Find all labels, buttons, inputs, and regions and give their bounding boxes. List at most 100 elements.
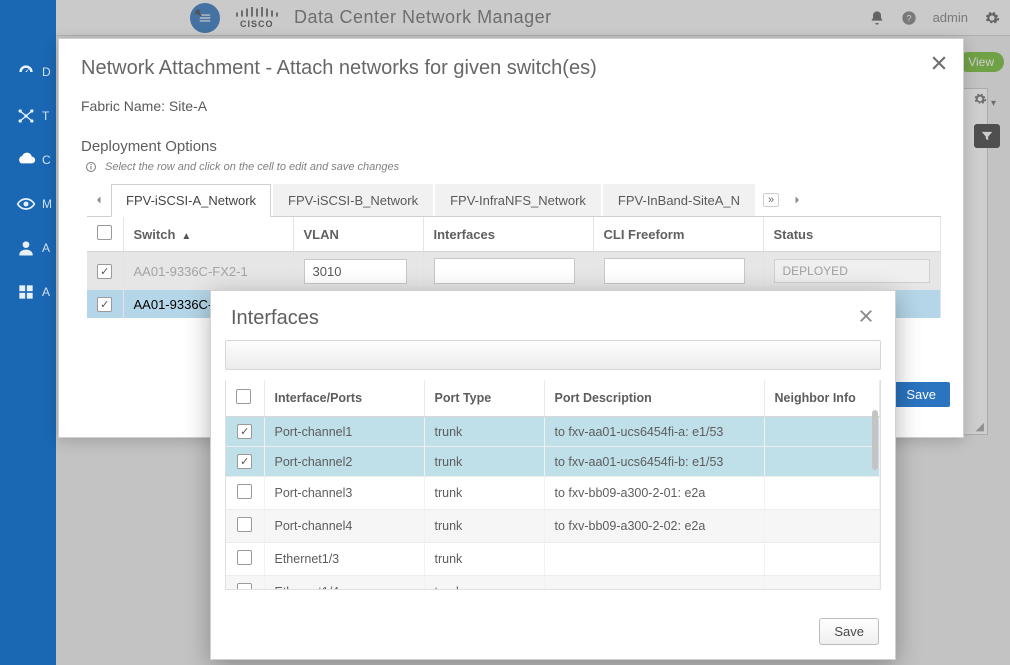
tab-fpv-inband[interactable]: FPV-InBand-SiteA_N <box>603 184 755 216</box>
network-tabs: FPV-iSCSI-A_Network FPV-iSCSI-B_Network … <box>87 183 941 217</box>
interface-name: Port-channel1 <box>264 417 424 447</box>
port-description: to fxv-bb09-a300-2-01: e2a <box>544 477 764 510</box>
left-nav: D T C M A A <box>0 0 56 665</box>
interface-name: Ethernet1/3 <box>264 543 424 576</box>
table-row[interactable]: Port-channel2trunkto fxv-aa01-ucs6454fi-… <box>226 447 880 477</box>
tab-fpv-iscsi-a[interactable]: FPV-iSCSI-A_Network <box>111 184 271 217</box>
col-porttype[interactable]: Port Type <box>424 380 544 417</box>
tab-fpv-iscsi-b[interactable]: FPV-iSCSI-B_Network <box>273 184 433 216</box>
neighbor-info <box>764 543 880 576</box>
port-type: trunk <box>424 510 544 543</box>
panel-gear-icon[interactable]: ▾ <box>973 92 996 111</box>
close-icon[interactable] <box>929 49 949 80</box>
neighbor-info <box>764 510 880 543</box>
interface-name: Port-channel3 <box>264 477 424 510</box>
interfaces-input[interactable] <box>434 258 576 284</box>
interfaces-modal: Interfaces Interface/Ports Port Type Por… <box>210 290 896 660</box>
svg-text:CISCO: CISCO <box>240 19 274 29</box>
nav-admin[interactable]: A <box>0 226 56 270</box>
interface-name: Ethernet1/4 <box>264 576 424 591</box>
row-checkbox[interactable] <box>237 550 252 565</box>
hint-text: Select the row and click on the cell to … <box>81 161 941 173</box>
user-label[interactable]: admin <box>933 10 968 25</box>
col-portdesc[interactable]: Port Description <box>544 380 764 417</box>
table-row[interactable]: Port-channel1trunkto fxv-aa01-ucs6454fi-… <box>226 417 880 447</box>
neighbor-info <box>764 477 880 510</box>
save-button[interactable]: Save <box>892 382 950 407</box>
pin-icon[interactable] <box>192 6 206 27</box>
col-switch[interactable]: Switch▲ <box>123 217 293 252</box>
neighbor-info <box>764 447 880 477</box>
modal-title: Network Attachment - Attach networks for… <box>81 57 941 80</box>
table-row[interactable]: Port-channel4trunkto fxv-bb09-a300-2-02:… <box>226 510 880 543</box>
port-description <box>544 543 764 576</box>
fabric-label: Fabric Name: Site-A <box>81 98 941 114</box>
port-description <box>544 576 764 591</box>
cisco-logo: CISCO <box>234 6 280 30</box>
view-pill[interactable]: View <box>958 52 1004 72</box>
col-neighbor[interactable]: Neighbor Info <box>764 380 880 417</box>
row-checkbox[interactable] <box>97 264 112 279</box>
neighbor-info <box>764 417 880 447</box>
filter-icon[interactable] <box>974 124 1000 148</box>
vlan-input[interactable]: 3010 <box>304 259 408 284</box>
port-description: to fxv-bb09-a300-2-02: e2a <box>544 510 764 543</box>
save-button[interactable]: Save <box>819 618 879 645</box>
close-icon[interactable] <box>857 307 875 330</box>
nav-monitor[interactable]: M <box>0 182 56 226</box>
nav-apps[interactable]: A <box>0 270 56 314</box>
interfaces-table: Interface/Ports Port Type Port Descripti… <box>226 380 880 590</box>
sort-asc-icon: ▲ <box>181 231 191 242</box>
port-type: trunk <box>424 417 544 447</box>
port-type: trunk <box>424 477 544 510</box>
row-checkbox[interactable] <box>237 484 252 499</box>
interfaces-title: Interfaces <box>231 307 319 330</box>
row-checkbox[interactable] <box>237 583 252 590</box>
row-checkbox[interactable] <box>97 297 112 312</box>
tabs-overflow-icon[interactable]: » <box>763 193 779 207</box>
app-title: Data Center Network Manager <box>294 7 552 28</box>
header-checkbox[interactable] <box>236 389 251 404</box>
port-description: to fxv-aa01-ucs6454fi-b: e1/53 <box>544 447 764 477</box>
tabs-next-icon[interactable] <box>785 194 809 206</box>
port-type: trunk <box>424 543 544 576</box>
col-interface[interactable]: Interface/Ports <box>264 380 424 417</box>
resize-handle-icon[interactable]: ◢ <box>976 420 984 433</box>
status-badge: DEPLOYED <box>774 259 931 283</box>
help-icon[interactable]: ? <box>901 10 917 26</box>
col-cli[interactable]: CLI Freeform <box>593 217 763 252</box>
table-row[interactable]: AA01-9336C-FX2-1 3010 DEPLOYED <box>87 252 941 291</box>
table-row[interactable]: Ethernet1/3trunk <box>226 543 880 576</box>
interfaces-table-wrap: Interface/Ports Port Type Port Descripti… <box>225 380 881 590</box>
interface-name: Port-channel2 <box>264 447 424 477</box>
neighbor-info <box>764 576 880 591</box>
tab-fpv-infranfs[interactable]: FPV-InfraNFS_Network <box>435 184 601 216</box>
col-status[interactable]: Status <box>763 217 941 252</box>
scrollbar[interactable] <box>872 410 878 470</box>
info-icon <box>85 161 97 173</box>
bell-icon[interactable] <box>869 10 885 26</box>
port-type: trunk <box>424 576 544 591</box>
interface-name: Port-channel4 <box>264 510 424 543</box>
switch-name: AA01-9336C-FX2-1 <box>134 264 248 279</box>
table-row[interactable]: Ethernet1/4trunk <box>226 576 880 591</box>
gear-icon[interactable] <box>984 10 1000 26</box>
svg-text:?: ? <box>906 13 911 23</box>
nav-control[interactable]: C <box>0 138 56 182</box>
row-checkbox[interactable] <box>237 424 252 439</box>
table-row[interactable]: Port-channel3trunkto fxv-bb09-a300-2-01:… <box>226 477 880 510</box>
interfaces-toolbar <box>225 340 881 370</box>
col-vlan[interactable]: VLAN <box>293 217 423 252</box>
port-type: trunk <box>424 447 544 477</box>
row-checkbox[interactable] <box>237 517 252 532</box>
header-checkbox[interactable] <box>97 225 112 240</box>
deployment-options-label: Deployment Options <box>81 138 941 155</box>
port-description: to fxv-aa01-ucs6454fi-a: e1/53 <box>544 417 764 447</box>
row-checkbox[interactable] <box>237 454 252 469</box>
nav-topology[interactable]: T <box>0 94 56 138</box>
cli-input[interactable] <box>604 258 746 284</box>
nav-dashboard[interactable]: D <box>0 50 56 94</box>
col-interfaces[interactable]: Interfaces <box>423 217 593 252</box>
tabs-prev-icon[interactable] <box>87 194 111 206</box>
topbar: CISCO Data Center Network Manager ? admi… <box>0 0 1010 36</box>
